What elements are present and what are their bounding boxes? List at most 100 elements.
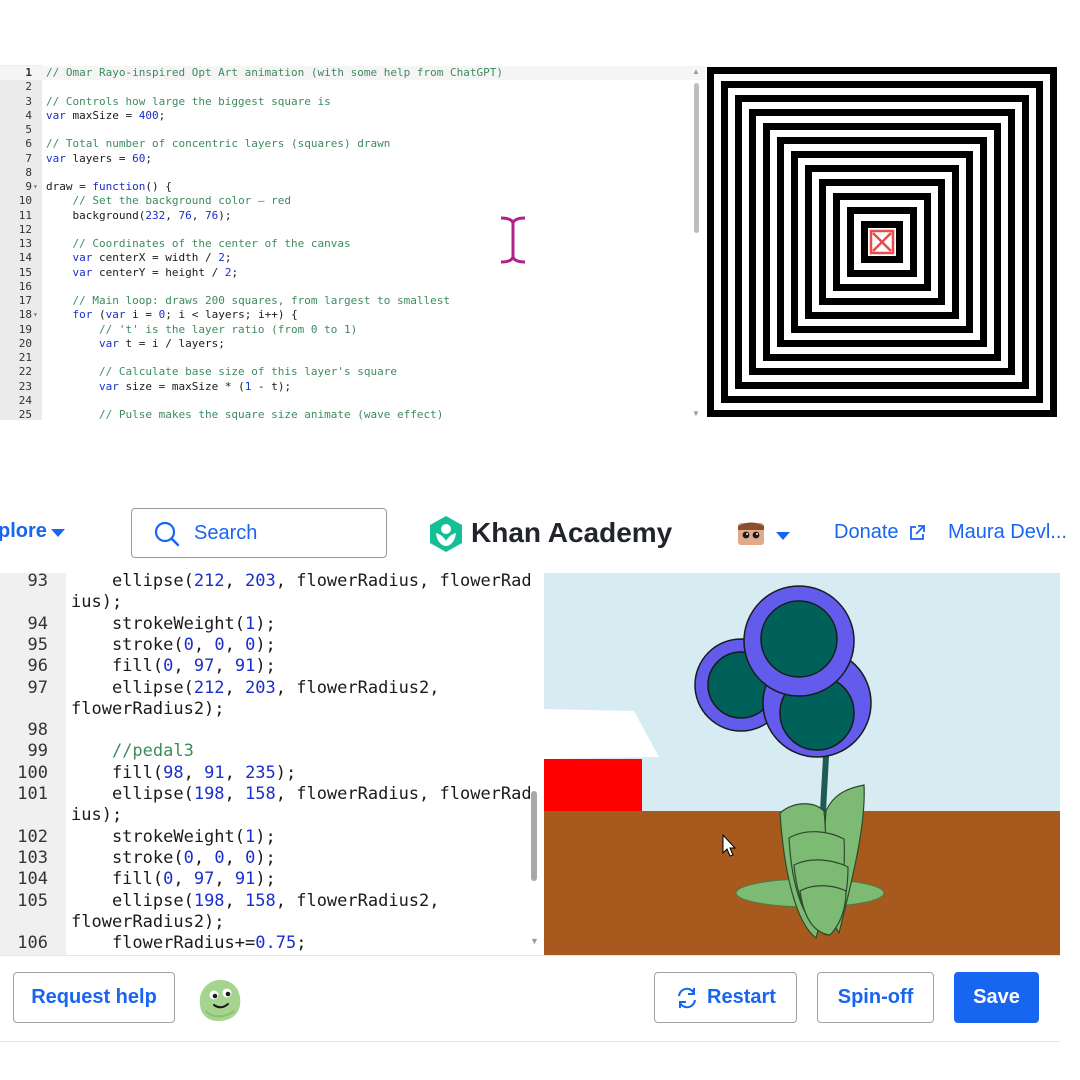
- code-text: fill(98, 91, 235);: [71, 762, 297, 783]
- line-number: 7: [25, 151, 32, 165]
- top-code-line[interactable]: 21: [0, 351, 705, 365]
- line-number: 13: [18, 237, 32, 250]
- line-number: 103: [17, 847, 48, 868]
- code-text: stroke(0, 0, 0);: [71, 634, 276, 655]
- scroll-down-icon[interactable]: ▼: [530, 936, 539, 946]
- line-number: 22: [18, 365, 32, 379]
- top-code-line[interactable]: 16: [0, 280, 705, 294]
- code-text: var layers = 60;: [46, 151, 152, 165]
- top-code-line[interactable]: 22 // Calculate base size of this layer'…: [0, 365, 705, 379]
- code-text: background(232, 76, 76);: [46, 208, 232, 222]
- request-help-button[interactable]: Request help: [13, 972, 175, 1023]
- scroll-up-icon[interactable]: ▲: [692, 67, 700, 76]
- line-number: 11: [18, 208, 32, 222]
- search-box[interactable]: Search: [131, 508, 387, 558]
- top-code-line[interactable]: 25 // Pulse makes the square size animat…: [0, 408, 705, 420]
- top-code-line[interactable]: 23 var size = maxSize * (1 - t);: [0, 380, 705, 394]
- avatar-icon[interactable]: [737, 521, 765, 547]
- explore-menu[interactable]: plore: [0, 520, 47, 543]
- user-menu[interactable]: Maura Devl...: [948, 521, 1067, 544]
- hopper-mascot-icon: [199, 979, 241, 1021]
- line-number: 16: [18, 279, 32, 293]
- line-number: 18: [18, 308, 32, 322]
- top-code-line[interactable]: 20 var t = i / layers;: [0, 337, 705, 351]
- top-code-line[interactable]: 12: [0, 223, 705, 237]
- code-text: var size = maxSize * (1 - t);: [98, 379, 292, 393]
- top-code-line[interactable]: 13 // Coordinates of the center of the c…: [0, 237, 705, 251]
- line-number: 14: [18, 251, 32, 265]
- barn-wall: [544, 759, 642, 811]
- line-number: 2: [25, 80, 32, 94]
- search-icon: [154, 521, 180, 547]
- top-code-line[interactable]: 5: [0, 123, 705, 137]
- fold-toggle-icon[interactable]: ▾: [33, 180, 38, 194]
- top-code-line[interactable]: 24: [0, 394, 705, 408]
- top-code-editor[interactable]: 1 // Omar Rayo-inspired Opt Art animation…: [0, 65, 705, 420]
- top-code-line[interactable]: 18 ▾ for (var i = 0; i < layers; i++) {: [0, 308, 705, 322]
- line-number: 12: [18, 222, 32, 236]
- line-number: 105: [17, 890, 48, 911]
- code-text: flowerRadius2);: [71, 698, 225, 719]
- top-code-line[interactable]: 2: [0, 80, 705, 94]
- line-number: 21: [18, 351, 32, 364]
- donate-link[interactable]: Donate: [834, 521, 899, 544]
- line-number: 6: [25, 137, 32, 151]
- line-number: 106: [17, 933, 48, 954]
- save-button[interactable]: Save: [954, 972, 1039, 1023]
- code-text: // Main loop: draws 200 squares, from la…: [72, 294, 451, 307]
- line-number: 4: [25, 108, 32, 122]
- line-number: 96: [27, 656, 48, 677]
- restart-label: Restart: [707, 986, 776, 1008]
- spinoff-button[interactable]: Spin-off: [817, 972, 934, 1023]
- top-code-line[interactable]: 11 background(232, 76, 76);: [0, 209, 705, 223]
- flower-scene: [544, 573, 1060, 955]
- line-number: 19: [18, 322, 32, 336]
- code-text: var centerY = height / 2;: [72, 265, 239, 279]
- chevron-down-icon[interactable]: [775, 531, 791, 541]
- top-code-line[interactable]: 6 // Total number of concentric layers (s…: [0, 137, 705, 151]
- top-code-line[interactable]: 3 // Controls how large the biggest squar…: [0, 95, 705, 109]
- line-number: 99: [27, 741, 48, 762]
- code-text: strokeWeight(1);: [71, 826, 276, 847]
- top-code-line[interactable]: 9 ▾ draw = function() {: [0, 180, 705, 194]
- restart-button[interactable]: Restart: [654, 972, 797, 1023]
- line-number: 15: [18, 265, 32, 279]
- top-code-line[interactable]: 15 var centerY = height / 2;: [0, 266, 705, 280]
- code-text: var maxSize = 400;: [46, 108, 166, 122]
- chevron-down-icon[interactable]: [50, 528, 66, 538]
- top-code-line[interactable]: 17 // Main loop: draws 200 squares, from…: [0, 294, 705, 308]
- line-number: 9: [25, 180, 32, 193]
- khan-academy-logo-icon: [430, 516, 462, 552]
- code-text: draw = function() {: [46, 180, 172, 193]
- code-text: //pedal3: [111, 741, 194, 762]
- code-text: ellipse(212, 203, flowerRadius2,: [71, 677, 440, 698]
- code-text: flowerRadius+=0.75;: [71, 933, 307, 954]
- top-code-line[interactable]: 19 // 't' is the layer ratio (from 0 to …: [0, 323, 705, 337]
- line-number: 102: [17, 826, 48, 847]
- code-text: // Omar Rayo-inspired Opt Art animation …: [46, 66, 503, 79]
- text-cursor-icon: [498, 215, 528, 265]
- line-number: 104: [17, 869, 48, 890]
- fold-toggle-icon[interactable]: ▾: [33, 308, 38, 322]
- line-number: 25: [18, 408, 32, 420]
- bottom-code-editor[interactable]: 93 ellipse(212, 203, flowerRadius, flowe…: [0, 573, 543, 955]
- code-text: ellipse(198, 158, flowerRadius2,: [71, 890, 440, 911]
- bottom-editor-scrollbar[interactable]: [531, 791, 537, 881]
- top-editor-scrollbar[interactable]: [694, 83, 699, 233]
- code-text: var t = i / layers;: [98, 336, 225, 350]
- line-number: 101: [17, 784, 48, 804]
- code-text: ellipse(198, 158, flowerRadius, flowerRa…: [71, 784, 532, 804]
- top-code-line[interactable]: 14 var centerX = width / 2;: [0, 251, 705, 265]
- code-text: // Set the background color — red: [72, 194, 292, 208]
- line-number: 24: [18, 393, 32, 407]
- scroll-down-icon[interactable]: ▼: [692, 409, 700, 418]
- top-code-line[interactable]: 4 var maxSize = 400;: [0, 109, 705, 123]
- top-code-line[interactable]: 10 // Set the background color — red: [0, 194, 705, 208]
- top-code-line[interactable]: 8: [0, 166, 705, 180]
- line-number: 95: [27, 634, 48, 655]
- khan-academy-logo-text: Khan Academy: [471, 517, 673, 548]
- top-code-line[interactable]: 7 var layers = 60;: [0, 152, 705, 166]
- line-number: 94: [27, 613, 48, 634]
- line-number: 8: [25, 165, 32, 179]
- top-code-line[interactable]: 1 // Omar Rayo-inspired Opt Art animation…: [0, 66, 705, 81]
